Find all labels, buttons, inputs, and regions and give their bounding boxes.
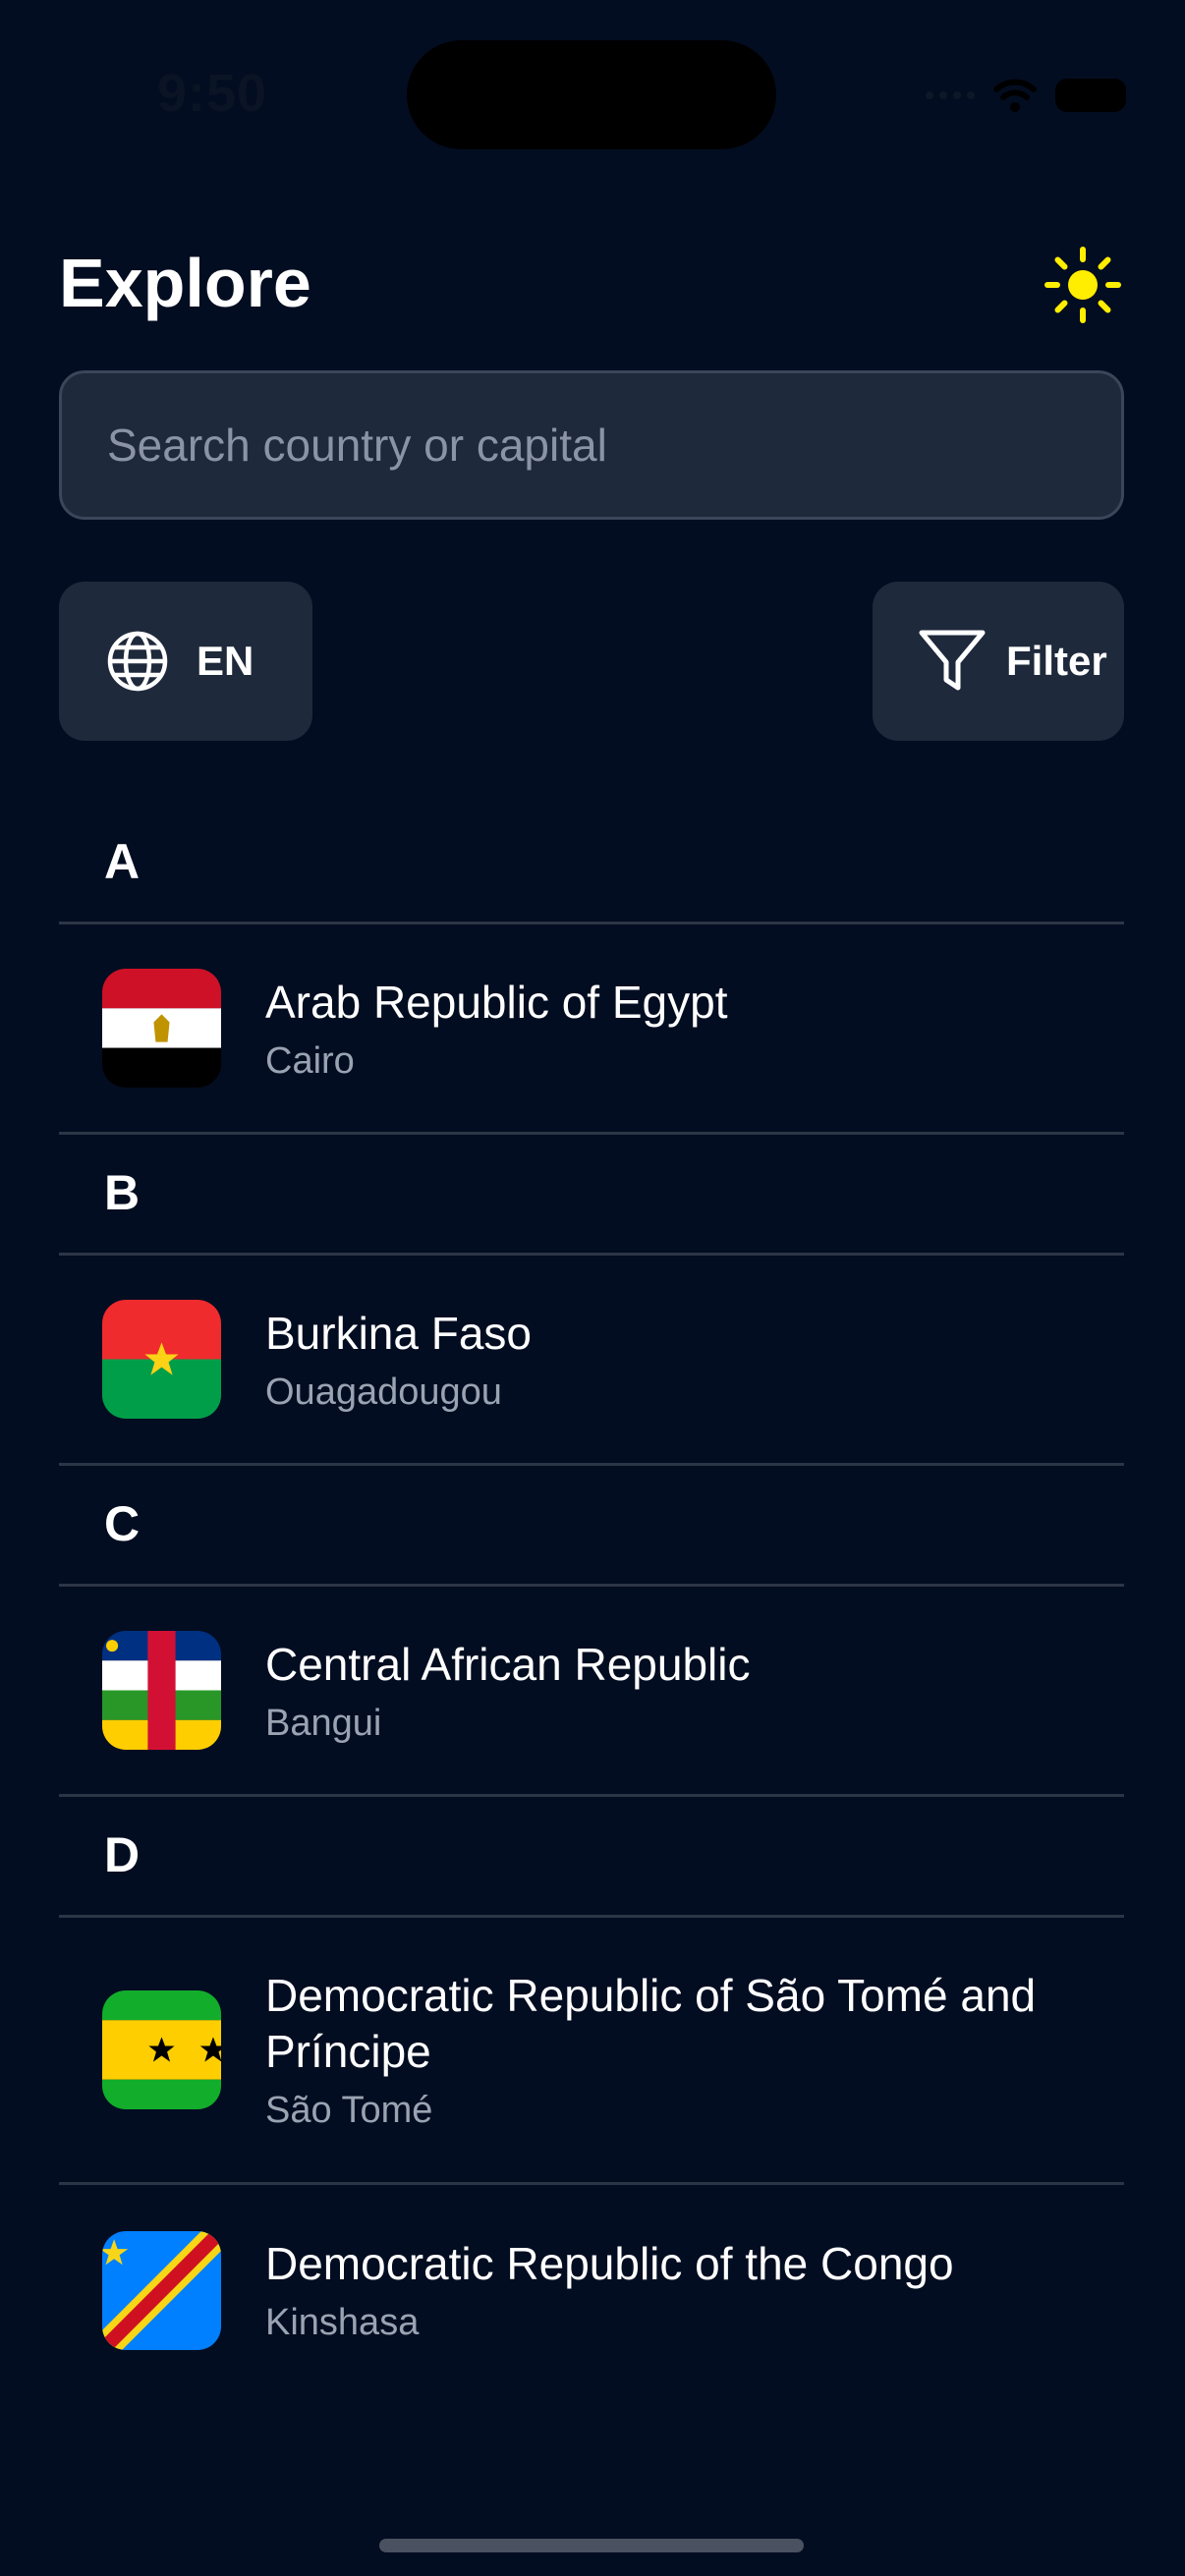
globe-icon [107, 631, 168, 692]
section-header-c: C [59, 1466, 1124, 1587]
language-button[interactable]: EN [59, 582, 312, 741]
country-name: Democratic Republic of São Tomé and Prín… [265, 1970, 1037, 2077]
page-title: Explore [59, 245, 311, 321]
filter-label: Filter [1006, 638, 1107, 684]
country-row[interactable]: Democratic Republic of the Congo Kinshas… [59, 2185, 1124, 2395]
egypt-flag [102, 969, 221, 1088]
country-list: A Arab Republic of Egypt Cairo B Burkina… [59, 804, 1124, 2395]
filter-icon [919, 630, 986, 691]
dr-congo-flag [102, 2230, 221, 2350]
capital-name: São Tomé [265, 2090, 433, 2131]
country-name: Central African Republic [265, 1638, 751, 1690]
filter-button[interactable]: Filter [873, 582, 1124, 741]
burkina-faso-flag [102, 1300, 221, 1419]
country-row[interactable]: Democratic Republic of São Tomé and Prín… [59, 1918, 1124, 2185]
capital-name: Ouagadougou [265, 1371, 502, 1413]
section-header-a: A [59, 804, 1124, 924]
language-label: EN [197, 638, 254, 684]
capital-name: Bangui [265, 1702, 382, 1744]
status-icons [926, 71, 1126, 120]
search-input[interactable] [62, 373, 1121, 517]
capital-name: Kinshasa [265, 2302, 420, 2343]
country-row[interactable]: Arab Republic of Egypt Cairo [59, 924, 1124, 1135]
country-name: Arab Republic of Egypt [265, 976, 728, 1028]
country-row[interactable]: Burkina Faso Ouagadougou [59, 1256, 1124, 1466]
battery-icon [1055, 79, 1126, 112]
country-row[interactable]: Central African Republic Bangui [59, 1587, 1124, 1797]
country-name: Burkina Faso [265, 1307, 533, 1359]
wifi-icon [993, 79, 1037, 112]
home-indicator[interactable] [379, 2539, 804, 2552]
dynamic-island [407, 40, 776, 149]
country-name: Democratic Republic of the Congo [265, 2238, 954, 2289]
section-header-b: B [59, 1135, 1124, 1256]
cellular-signal-icon [926, 91, 975, 99]
capital-name: Cairo [265, 1039, 355, 1082]
central-african-republic-flag [102, 1631, 221, 1750]
sao-tome-flag [102, 1990, 221, 2109]
status-time: 9:50 [157, 64, 268, 123]
sun-icon[interactable] [1044, 246, 1122, 324]
search-field[interactable] [59, 370, 1124, 520]
section-header-d: D [59, 1797, 1124, 1918]
